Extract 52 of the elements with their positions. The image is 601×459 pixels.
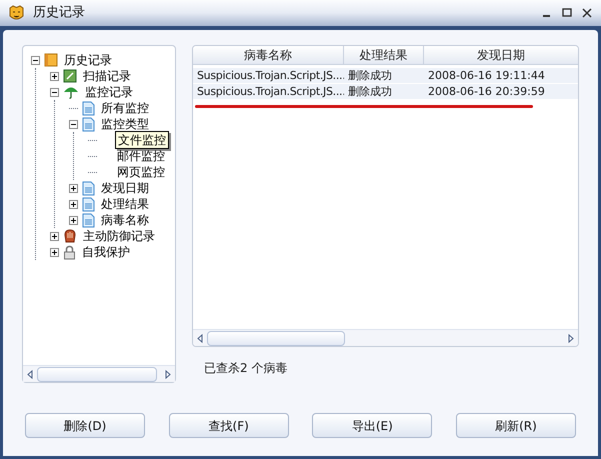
document-icon xyxy=(82,116,95,132)
tiger-logo-icon xyxy=(8,4,25,22)
maximize-icon[interactable] xyxy=(561,7,573,19)
collapse-icon[interactable] xyxy=(69,120,78,128)
collapse-icon[interactable] xyxy=(31,56,40,64)
expand-icon[interactable] xyxy=(50,72,59,80)
tree-item[interactable]: 监控类型 xyxy=(99,116,151,132)
document-icon xyxy=(82,100,95,116)
tree-item[interactable]: 主动防御记录 xyxy=(81,228,157,244)
table-cell-text: 2008-06-16 19:11:44 xyxy=(427,68,546,83)
expand-icon[interactable] xyxy=(69,216,78,224)
expand-icon[interactable] xyxy=(50,232,59,240)
column-header[interactable]: 发现日期 xyxy=(424,46,578,64)
column-header[interactable]: 处理结果 xyxy=(344,46,424,64)
tree-item[interactable]: 网页监控 xyxy=(115,164,167,180)
tree-item[interactable]: 处理结果 xyxy=(99,196,151,212)
column-header[interactable]: 病毒名称 xyxy=(193,46,344,64)
document-icon xyxy=(82,196,95,212)
book-icon xyxy=(44,53,58,67)
expand-icon[interactable] xyxy=(50,248,59,256)
table-cell-text: Suspicious.Trojan.Script.JS.... xyxy=(196,84,344,99)
tree-item[interactable]: 扫描记录 xyxy=(81,68,133,84)
collapse-icon[interactable] xyxy=(50,88,59,96)
table-cell-text: 2008-06-16 20:39:59 xyxy=(427,84,546,99)
window-title: 历史记录 xyxy=(33,4,85,22)
action-button[interactable]: 查找(F) xyxy=(168,413,289,438)
tree-item[interactable]: 发现日期 xyxy=(99,180,151,196)
tree-item[interactable]: 邮件监控 xyxy=(115,148,167,164)
action-button[interactable]: 刷新(R) xyxy=(456,413,576,438)
close-icon[interactable] xyxy=(581,7,593,19)
table-cell-text: Suspicious.Trojan.Script.JS.... xyxy=(196,68,344,83)
lock-icon xyxy=(63,244,76,260)
horizontal-scrollbar[interactable] xyxy=(23,365,175,382)
table-cell-text: 删除成功 xyxy=(347,84,393,99)
action-button[interactable]: 导出(E) xyxy=(312,413,432,438)
expand-icon[interactable] xyxy=(69,200,78,208)
tree-item[interactable]: 病毒名称 xyxy=(99,212,151,228)
umbrella-icon xyxy=(63,85,79,99)
table-cell-text: 删除成功 xyxy=(347,68,393,83)
scan-icon xyxy=(63,69,77,83)
tree-item[interactable]: 历史记录 xyxy=(62,52,114,68)
tree-item[interactable]: 监控记录 xyxy=(83,84,135,100)
document-icon xyxy=(82,180,95,196)
tree-item[interactable]: 文件监控 xyxy=(115,131,169,149)
document-icon xyxy=(82,212,95,228)
horizontal-scrollbar[interactable] xyxy=(193,329,578,346)
glove-icon xyxy=(63,228,77,244)
action-button[interactable]: 删除(D) xyxy=(25,413,145,438)
tree-item[interactable]: 自我保护 xyxy=(80,244,132,260)
tree-item[interactable]: 所有监控 xyxy=(99,100,151,116)
expand-icon[interactable] xyxy=(69,184,78,192)
status-text: 已查杀2 个病毒 xyxy=(203,360,288,377)
